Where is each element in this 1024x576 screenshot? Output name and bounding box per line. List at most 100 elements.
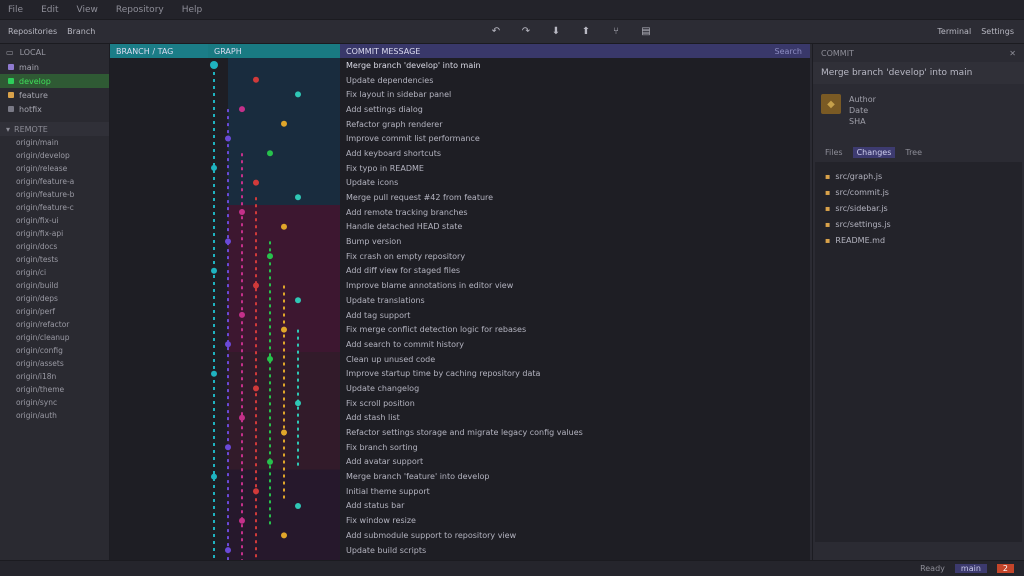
status-notification-badge[interactable]: 2 [996,564,1014,573]
redo-icon[interactable]: ↷ [520,26,532,38]
commit-row[interactable]: Improve blame annotations in editor view [346,278,806,293]
remote-branch-item[interactable]: origin/theme [0,383,109,396]
commit-dot[interactable] [295,91,301,98]
commit-row[interactable]: Refactor settings storage and migrate le… [346,425,806,440]
remote-branch-item[interactable]: origin/deps [0,292,109,305]
commit-row[interactable]: Add tag support [346,308,806,323]
remote-branch-item[interactable]: origin/i18n [0,370,109,383]
close-icon[interactable]: ✕ [1009,49,1016,58]
menu-item-file[interactable]: File [8,5,23,15]
remote-branch-item[interactable]: origin/tests [0,253,109,266]
tab-changes[interactable]: Changes [852,147,896,158]
commit-dot[interactable] [225,444,231,451]
commit-row[interactable]: Fix branch sorting [346,440,806,455]
commit-row[interactable]: Fix scroll position [346,396,806,411]
status-branch-badge[interactable]: main [954,564,987,573]
commit-dot[interactable] [211,473,217,480]
remote-branch-item[interactable]: origin/build [0,279,109,292]
commit-row[interactable]: Add diff view for staged files [346,264,806,279]
commit-dot[interactable] [239,106,245,113]
commit-row[interactable]: Update changelog [346,381,806,396]
commit-dot[interactable] [239,209,245,215]
changed-file-item[interactable]: ▪ src/commit.js [815,184,1022,200]
stash-icon[interactable]: ▤ [640,26,652,38]
commit-row[interactable]: Fix window resize [346,513,806,528]
remote-branch-item[interactable]: origin/develop [0,149,109,162]
commit-row[interactable]: Bump version [346,234,806,249]
commit-row[interactable]: Add submodule support to repository view [346,528,806,543]
commit-row[interactable]: Add remote tracking branches [346,205,806,220]
remote-branch-item[interactable]: origin/config [0,344,109,357]
commit-dot[interactable] [253,76,259,83]
commit-row[interactable]: Merge branch 'feature' into develop [346,469,806,484]
commit-dot[interactable] [281,326,287,333]
remote-branch-item[interactable]: origin/release [0,162,109,175]
commit-row[interactable]: Merge pull request #42 from feature [346,190,806,205]
commit-row[interactable]: Add search to commit history [346,337,806,352]
sidebar-item-develop[interactable]: develop [0,74,109,88]
commit-dot[interactable] [225,547,231,554]
sidebar-item-main[interactable]: main [0,60,109,74]
commit-dot[interactable] [267,356,273,362]
commit-dot[interactable] [253,488,259,495]
commit-row[interactable]: Handle detached HEAD state [346,220,806,235]
commit-row[interactable]: Improve startup time by caching reposito… [346,366,806,381]
commit-row[interactable]: Clean up unused code [346,352,806,367]
commit-dot[interactable] [225,238,231,245]
commit-dot[interactable] [295,297,301,304]
changed-file-item[interactable]: ▪ src/graph.js [815,168,1022,184]
commit-dot[interactable] [267,253,273,260]
commit-row[interactable]: Update dependencies [346,73,806,88]
commit-row[interactable]: Fix layout in sidebar panel [346,87,806,102]
commit-dot[interactable] [295,194,301,201]
commit-dot[interactable] [225,341,231,348]
column-header-graph[interactable]: GRAPH [208,44,340,58]
commit-row[interactable]: Fix crash on empty repository [346,249,806,264]
commit-row[interactable]: Improve commit list performance [346,131,806,146]
sidebar-item-hotfix[interactable]: hotfix [0,102,109,116]
branch-icon[interactable]: ⑂ [610,26,622,38]
tab-tree[interactable]: Tree [901,147,926,158]
commit-dot[interactable] [253,385,259,392]
changed-file-item[interactable]: ▪ README.md [815,232,1022,248]
commit-dot[interactable] [267,458,273,465]
commit-row[interactable]: Add settings dialog [346,102,806,117]
commit-dot[interactable] [211,370,217,377]
commit-row[interactable]: Fix merge conflict detection logic for r… [346,322,806,337]
commit-row[interactable]: Add avatar support [346,455,806,470]
remote-branch-item[interactable]: origin/feature-a [0,175,109,188]
menu-item-repository[interactable]: Repository [116,5,164,15]
pull-icon[interactable]: ⬇ [550,26,562,38]
remote-branch-item[interactable]: origin/ci [0,266,109,279]
remote-branch-item[interactable]: origin/feature-c [0,201,109,214]
commit-row[interactable]: Fix typo in README [346,161,806,176]
column-search[interactable]: Search [775,47,802,56]
remote-branch-item[interactable]: origin/feature-b [0,188,109,201]
commit-dot[interactable] [225,135,231,142]
commit-dot[interactable] [281,223,287,230]
commit-row[interactable]: Merge branch 'develop' into main [346,58,806,73]
remote-branch-item[interactable]: origin/fix-ui [0,214,109,227]
changed-file-item[interactable]: ▪ src/settings.js [815,216,1022,232]
sidebar-section-remote[interactable]: ▾ REMOTE [0,122,109,136]
commit-dot[interactable] [267,150,273,157]
commit-dot[interactable] [253,179,259,186]
remote-branch-item[interactable]: origin/cleanup [0,331,109,344]
commit-row[interactable]: Add status bar [346,499,806,514]
commit-dot[interactable] [281,120,287,127]
remote-branch-item[interactable]: origin/auth [0,409,109,422]
commit-dot[interactable] [253,282,259,289]
commit-dot[interactable] [239,517,245,524]
commit-row[interactable]: Add stash list [346,411,806,426]
commit-dot[interactable] [239,311,245,318]
commit-row[interactable]: Add keyboard shortcuts [346,146,806,161]
commit-row[interactable]: Update build scripts [346,543,806,558]
commit-dot[interactable] [281,532,287,539]
remote-branch-item[interactable]: origin/main [0,136,109,149]
remote-branch-item[interactable]: origin/perf [0,305,109,318]
repositories-button[interactable]: Repositories [8,27,57,36]
remote-branch-item[interactable]: origin/refactor [0,318,109,331]
commit-row[interactable]: Initial theme support [346,484,806,499]
menu-item-view[interactable]: View [77,5,98,15]
push-icon[interactable]: ⬆ [580,26,592,38]
